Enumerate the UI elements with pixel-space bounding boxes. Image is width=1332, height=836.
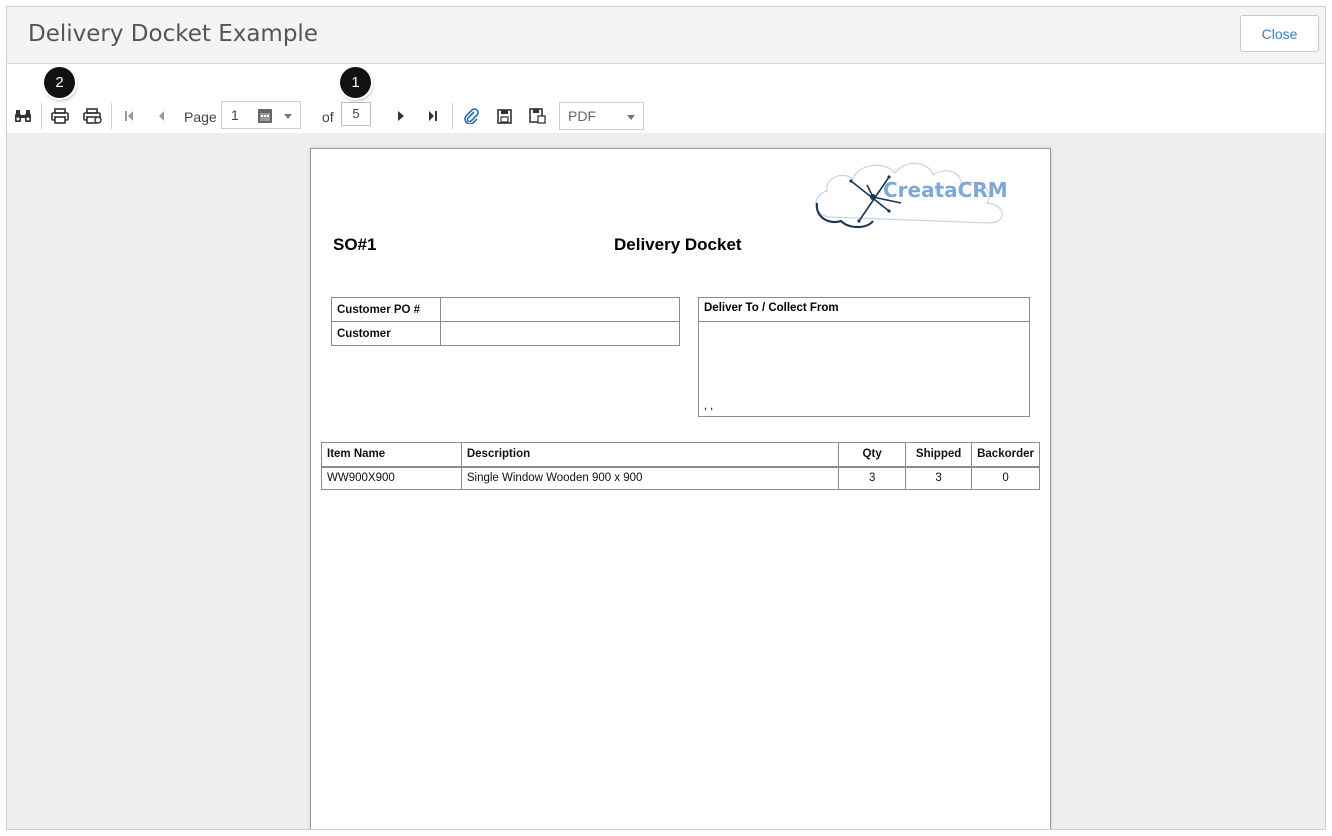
total-pages-value: 5: [341, 102, 371, 126]
item-name-cell: WW900X900: [321, 466, 462, 490]
toolbar-separator: [452, 103, 453, 129]
save-as-icon[interactable]: [526, 104, 548, 128]
report-viewer-dialog: Delivery Docket Example Close Page 1 of: [6, 6, 1326, 830]
column-header-description: Description: [460, 442, 840, 468]
page-number-select[interactable]: 1: [221, 101, 301, 129]
next-page-icon[interactable]: [393, 104, 409, 128]
sales-order-number: SO#1: [333, 235, 377, 254]
deliver-to-address: , ,: [704, 400, 714, 412]
customer-po-value: [440, 297, 680, 322]
toolbar-separator: [111, 103, 112, 129]
table-row: WW900X900 Single Window Wooden 900 x 900…: [321, 466, 1040, 490]
table-row: Customer PO #: [331, 297, 680, 322]
company-logo: CreataCRM: [811, 155, 1023, 231]
column-header-backorder: Backorder: [971, 442, 1040, 468]
binoculars-icon[interactable]: [13, 104, 33, 128]
logo-text: CreataCRM: [883, 178, 1008, 202]
report-page: CreataCRM SO#1 Delivery Docket Customer …: [310, 148, 1051, 829]
column-header-qty: Qty: [838, 442, 907, 468]
column-header-shipped: Shipped: [905, 442, 973, 468]
callout-badge-2: 2: [44, 67, 75, 98]
last-page-icon[interactable]: [425, 104, 441, 128]
item-description-cell: Single Window Wooden 900 x 900: [460, 466, 840, 490]
first-page-icon[interactable]: [121, 104, 137, 128]
print-icon[interactable]: [49, 104, 71, 128]
customer-po-label: Customer PO #: [331, 297, 441, 322]
close-button[interactable]: Close: [1240, 15, 1319, 52]
customer-table: Customer PO # Customer: [331, 297, 680, 346]
calendar-icon: [258, 109, 272, 128]
export-format-select[interactable]: PDF: [559, 102, 644, 130]
dialog-title: Delivery Docket Example: [28, 21, 318, 47]
item-shipped-cell: 3: [905, 466, 973, 490]
chevron-down-icon: [284, 114, 292, 119]
report-viewer-area[interactable]: CreataCRM SO#1 Delivery Docket Customer …: [7, 133, 1325, 829]
save-icon[interactable]: [494, 104, 514, 128]
customer-value: [440, 321, 680, 346]
customer-label: Customer: [331, 321, 441, 346]
chevron-down-icon: [627, 115, 635, 120]
items-table: Item Name Description Qty Shipped Backor…: [321, 442, 1040, 490]
current-page-value: 1: [231, 107, 239, 123]
document-title: Delivery Docket: [614, 235, 742, 254]
previous-page-icon[interactable]: [153, 104, 169, 128]
attachment-icon[interactable]: [461, 104, 481, 128]
page-label: Page: [184, 109, 217, 125]
table-row: Customer: [331, 321, 680, 346]
column-header-item-name: Item Name: [321, 442, 462, 468]
report-toolbar: Page 1 of 5 PDF 2 1: [7, 65, 1325, 133]
dialog-header: Delivery Docket Example Close: [7, 7, 1325, 64]
print-preview-icon[interactable]: [81, 104, 103, 128]
export-format-value: PDF: [568, 108, 596, 124]
deliver-to-box: Deliver To / Collect From , ,: [698, 297, 1030, 417]
item-backorder-cell: 0: [971, 466, 1040, 490]
table-header-row: Item Name Description Qty Shipped Backor…: [321, 442, 1040, 468]
callout-badge-1: 1: [340, 67, 371, 98]
toolbar-separator: [41, 103, 42, 129]
of-label: of: [322, 109, 334, 125]
deliver-to-heading: Deliver To / Collect From: [699, 298, 1029, 322]
item-qty-cell: 3: [838, 466, 907, 490]
